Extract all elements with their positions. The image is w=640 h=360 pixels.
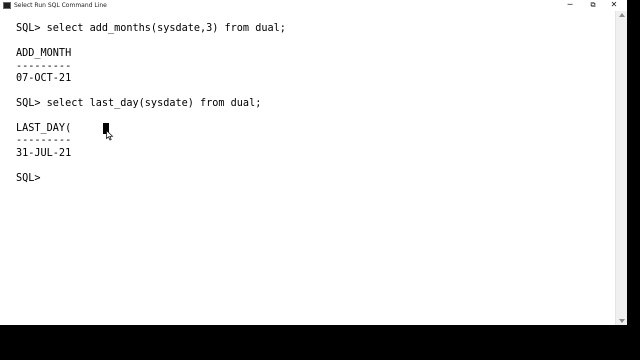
vertical-scrollbar[interactable] xyxy=(615,11,627,325)
sql-command-line-window: Select Run SQL Command Line ─ ⧉ ✕ SQL> s… xyxy=(0,0,627,325)
console-line: SQL> select last_day(sysdate) from dual; xyxy=(16,98,262,109)
minimize-button[interactable]: ─ xyxy=(560,0,580,11)
restore-button[interactable]: ⧉ xyxy=(583,0,603,11)
console-line: --------- xyxy=(16,135,72,146)
close-button[interactable]: ✕ xyxy=(604,0,624,11)
console-prompt[interactable]: SQL> xyxy=(16,173,41,185)
console-output[interactable]: SQL> select add_months(sysdate,3) from d… xyxy=(0,11,615,325)
window-title: Select Run SQL Command Line xyxy=(14,2,107,9)
console-app-icon xyxy=(3,2,11,9)
scroll-down-icon[interactable] xyxy=(619,319,625,323)
mouse-pointer-icon xyxy=(106,130,114,141)
console-line: 07-OCT-21 xyxy=(16,73,72,84)
title-bar[interactable]: Select Run SQL Command Line ─ ⧉ ✕ xyxy=(0,0,627,11)
console-line: 31-JUL-21 xyxy=(16,148,72,159)
console-line: ADD_MONTH xyxy=(16,48,72,59)
console-line: SQL> select add_months(sysdate,3) from d… xyxy=(16,23,286,34)
scroll-up-icon[interactable] xyxy=(619,13,625,17)
console-line: LAST_DAY( xyxy=(16,123,72,134)
console-line: --------- xyxy=(16,61,72,72)
